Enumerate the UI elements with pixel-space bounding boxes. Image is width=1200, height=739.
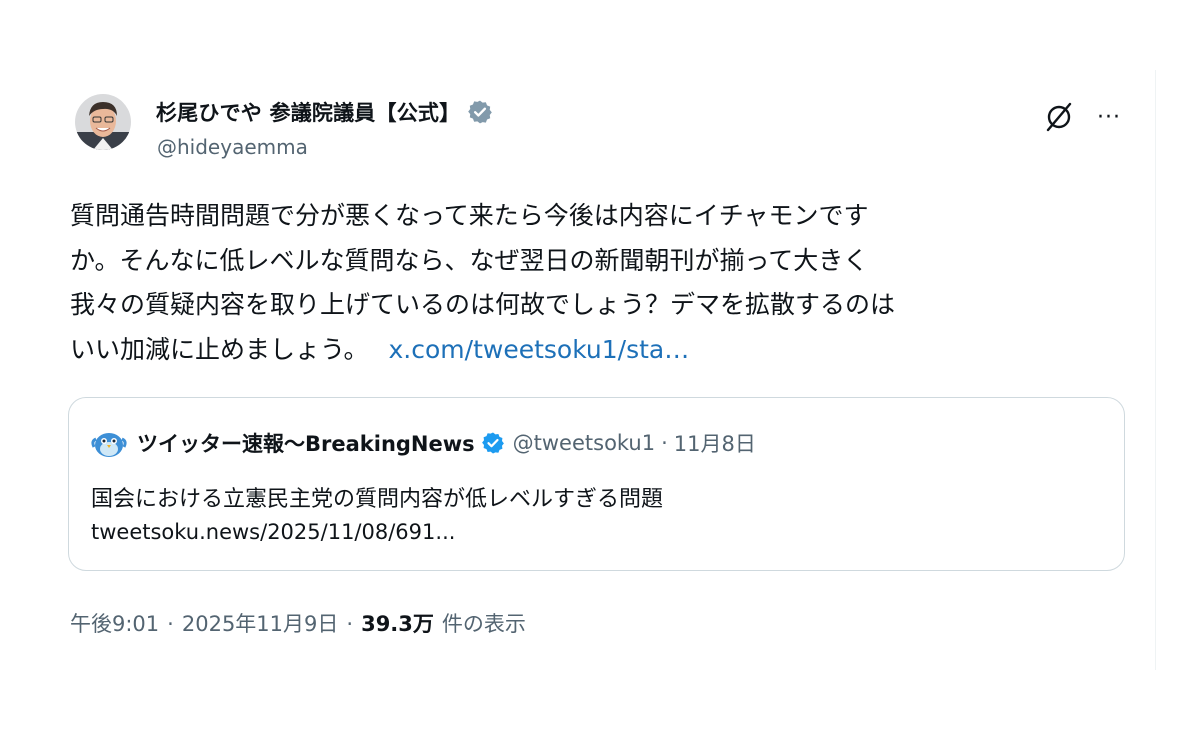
verified-badge-icon <box>481 431 505 455</box>
quoted-handle[interactable]: @tweetsoku1 <box>513 431 655 455</box>
ellipsis-icon[interactable]: ··· <box>1092 100 1126 134</box>
verified-badge-icon[interactable] <box>467 99 493 125</box>
tweet-text-line: 我々の質疑内容を取り上げているのは何故でしょう？デマを拡散するのは <box>70 290 896 319</box>
grok-slash-icon[interactable] <box>1042 100 1076 134</box>
tweet-text-line: いい加減に止めましょう。 <box>70 334 369 364</box>
tweet-text: 質問通告時間問題で分が悪くなって来たら今後は内容にイチャモンです か。そんなに低… <box>70 194 1130 372</box>
author-avatar[interactable] <box>75 94 131 150</box>
author-name-row: 杉尾ひでや 参議院議員【公式】 <box>156 96 493 128</box>
quoted-date[interactable]: 11月8日 <box>674 428 756 458</box>
tweet-text-line: 質問通告時間問題で分が悪くなって来たら今後は内容にイチャモンです <box>70 201 869 230</box>
quoted-tweet-header: ツイッター速報〜BreakingNews @tweetsoku1 · 11月8日 <box>91 426 756 460</box>
quoted-display-name[interactable]: ツイッター速報〜BreakingNews <box>137 428 475 458</box>
view-count: 39.3万 <box>361 612 434 636</box>
separator-dot: · <box>661 431 668 455</box>
column-divider <box>1155 70 1156 670</box>
tweet-text-last-line: いい加減に止めましょう。 x.com/tweetsoku1/sta… <box>70 328 1130 373</box>
separator-dot: · <box>346 612 354 636</box>
tweet-meta: 午後9:01 · 2025年11月9日 · 39.3万 件の表示 <box>70 608 526 638</box>
tweet-header: 杉尾ひでや 参議院議員【公式】 @hideyaemma ··· <box>70 88 1140 178</box>
quoted-tweet-url[interactable]: tweetsoku.news/2025/11/08/691... <box>91 520 455 544</box>
post-time[interactable]: 午後9:01 <box>70 608 159 638</box>
tweet-link[interactable]: x.com/tweetsoku1/sta… <box>389 335 690 364</box>
post-date[interactable]: 2025年11月9日 <box>182 608 339 638</box>
quoted-author-avatar-bird-icon[interactable] <box>91 427 127 459</box>
tweet-text-line: か。そんなに低レベルな質問なら、なぜ翌日の新聞朝刊が揃って大きく <box>70 245 869 275</box>
author-display-name[interactable]: 杉尾ひでや 参議院議員【公式】 <box>156 97 460 127</box>
view-count-label: 件の表示 <box>441 612 526 636</box>
separator-dot: · <box>167 612 174 636</box>
author-handle[interactable]: @hideyaemma <box>157 135 308 159</box>
quoted-tweet-card[interactable]: ツイッター速報〜BreakingNews @tweetsoku1 · 11月8日… <box>68 397 1125 571</box>
quoted-tweet-text: 国会における立憲民主党の質問内容が低レベルすぎる問題 <box>91 487 664 512</box>
